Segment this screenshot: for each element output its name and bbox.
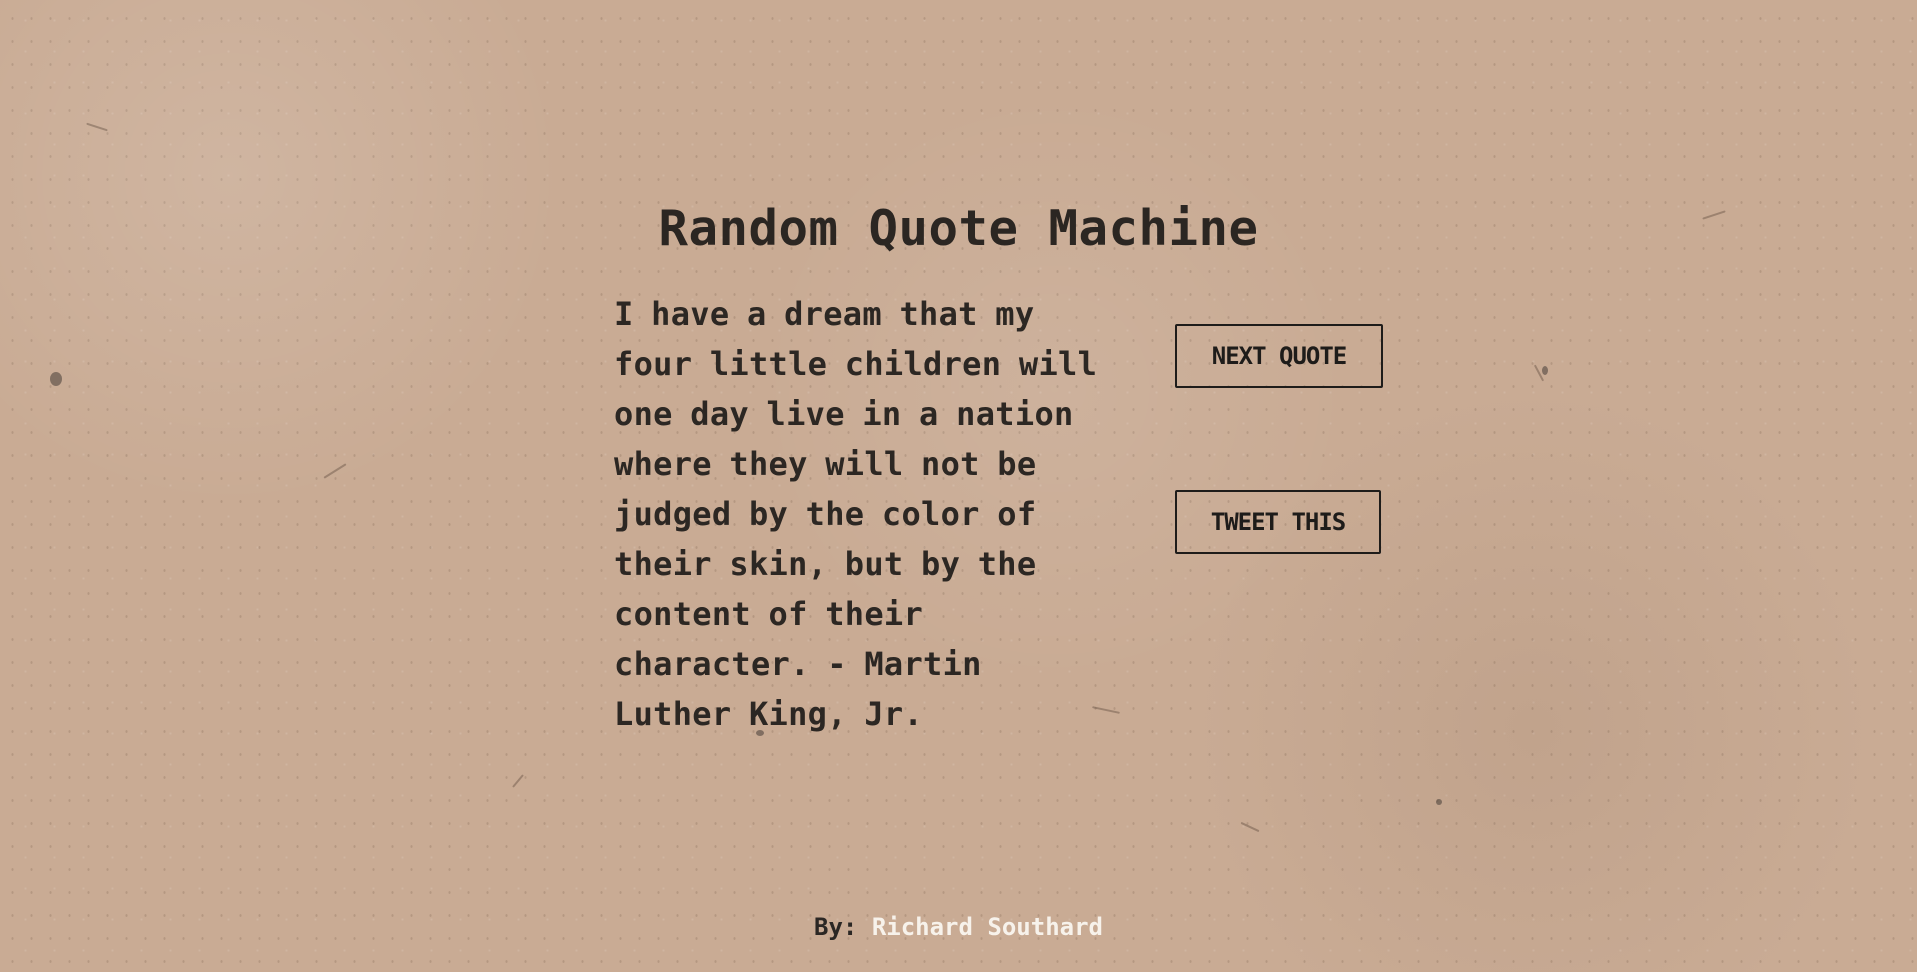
paper-fiber xyxy=(1533,364,1545,382)
paper-speck xyxy=(50,372,62,386)
quote-text: I have a dream that my four little child… xyxy=(614,295,1098,733)
page-title: Random Quote Machine xyxy=(658,200,1259,257)
paper-fiber xyxy=(323,463,347,479)
quote-panel: I have a dream that my four little child… xyxy=(614,289,1110,739)
paper-fiber xyxy=(1240,821,1260,833)
paper-fiber xyxy=(512,774,524,788)
footer-credit: By: Richard Southard xyxy=(0,913,1917,941)
paper-fiber xyxy=(86,122,108,132)
next-quote-button[interactable]: NEXT QUOTE xyxy=(1175,324,1383,388)
footer-prefix: By: xyxy=(814,913,858,941)
paper-speck xyxy=(1436,799,1442,805)
tweet-this-button[interactable]: TWEET THIS xyxy=(1175,490,1381,554)
author-link[interactable]: Richard Southard xyxy=(872,913,1103,941)
paper-speck xyxy=(1542,366,1548,375)
